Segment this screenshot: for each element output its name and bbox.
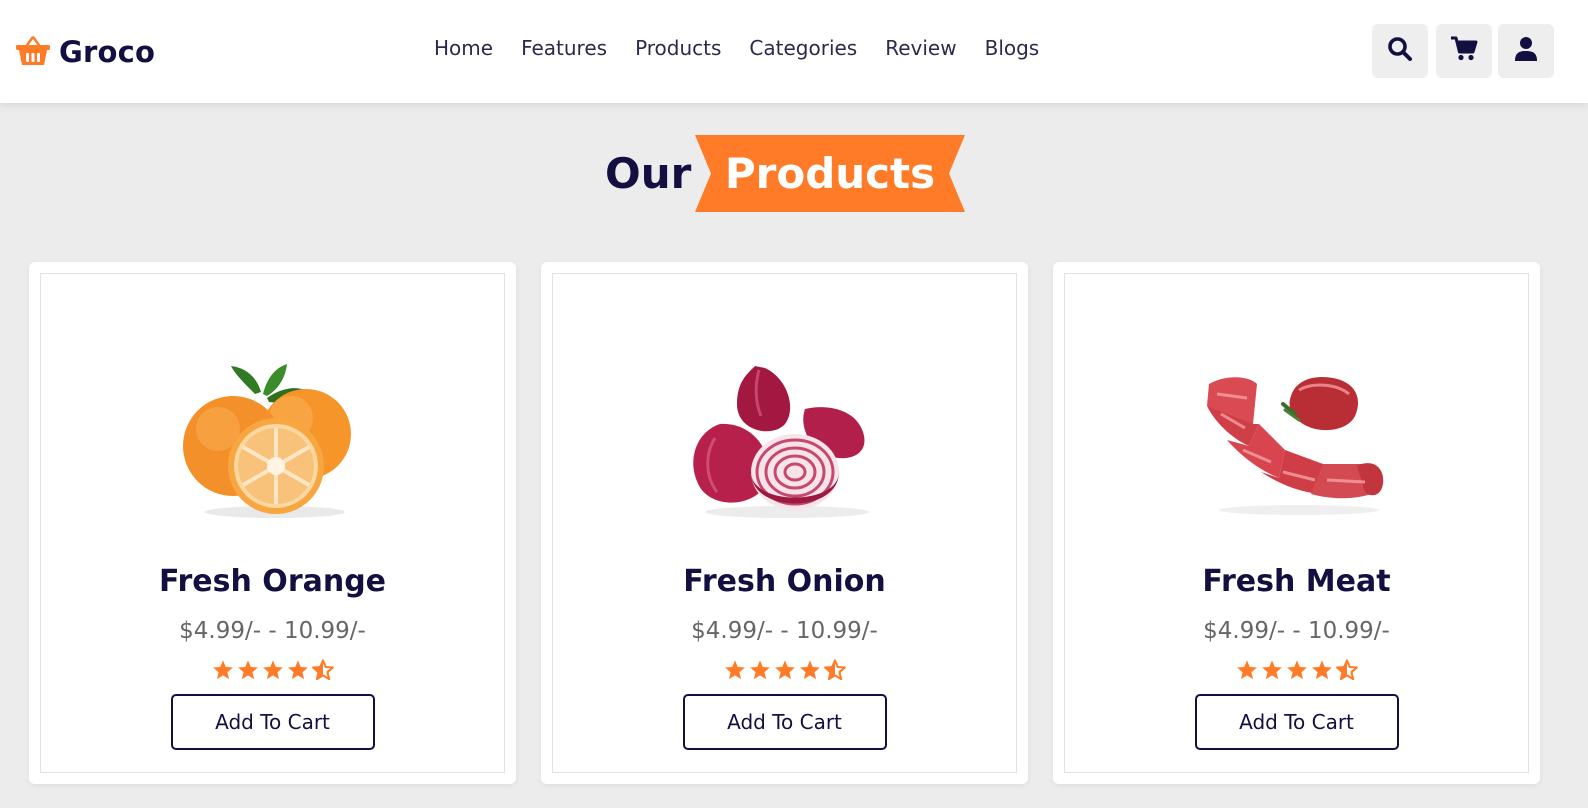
product-card-frame: Fresh Orange $4.99/- - 10.99/- Add To Ca…: [40, 273, 505, 773]
product-card-frame: Fresh Meat $4.99/- - 10.99/- Add To Cart: [1064, 273, 1529, 773]
star-icon: [287, 660, 308, 680]
rating-stars: [553, 659, 1016, 685]
heading-prefix: Our: [605, 149, 692, 198]
cart-button[interactable]: [1436, 24, 1492, 78]
product-price: $4.99/- - 10.99/-: [179, 618, 366, 644]
nav-features[interactable]: Features: [521, 36, 607, 60]
nav-home[interactable]: Home: [434, 36, 493, 60]
product-name: Fresh Meat: [1202, 564, 1391, 599]
star-half-icon: [823, 659, 846, 681]
star-half-icon: [1335, 659, 1358, 681]
star-icon: [237, 660, 258, 680]
onion-image: [692, 366, 869, 518]
add-to-cart-button[interactable]: Add To Cart: [170, 694, 375, 750]
main-nav: Home Features Products Categories Review…: [434, 36, 1039, 60]
nav-categories[interactable]: Categories: [749, 36, 857, 60]
user-button[interactable]: [1498, 24, 1554, 78]
star-icon: [1286, 660, 1307, 680]
orange-image: [182, 364, 351, 518]
header: Groco Home Features Products Categories …: [0, 0, 1588, 103]
star-icon: [1311, 660, 1332, 680]
rating-stars: [41, 659, 504, 685]
logo-text: Groco: [59, 35, 156, 69]
heading-banner: Products: [695, 135, 965, 212]
product-price: $4.99/- - 10.99/-: [1203, 618, 1390, 644]
product-card: Fresh Meat $4.99/- - 10.99/- Add To Cart: [1053, 262, 1540, 784]
add-to-cart-button[interactable]: Add To Cart: [1194, 694, 1399, 750]
heading-highlight: Products: [724, 149, 936, 198]
cart-icon: [1450, 36, 1478, 66]
meat-image: [1206, 376, 1383, 515]
star-icon: [724, 660, 745, 680]
star-icon: [749, 660, 770, 680]
nav-products[interactable]: Products: [635, 36, 721, 60]
star-half-icon: [311, 659, 334, 681]
search-button[interactable]: [1372, 24, 1428, 78]
star-icon: [799, 660, 820, 680]
star-icon: [262, 660, 283, 680]
product-name: Fresh Orange: [158, 564, 387, 599]
nav-blogs[interactable]: Blogs: [985, 36, 1040, 60]
product-name: Fresh Onion: [683, 564, 886, 599]
star-icon: [774, 660, 795, 680]
product-card: Fresh Orange $4.99/- - 10.99/- Add To Ca…: [29, 262, 516, 784]
product-card: Fresh Onion $4.99/- - 10.99/- Add To Car…: [541, 262, 1028, 784]
star-icon: [212, 660, 233, 680]
product-card-frame: Fresh Onion $4.99/- - 10.99/- Add To Car…: [552, 273, 1017, 773]
star-icon: [1236, 660, 1257, 680]
star-icon: [1261, 660, 1282, 680]
rating-stars: [1065, 659, 1528, 685]
product-price: $4.99/- - 10.99/-: [691, 618, 878, 644]
add-to-cart-button[interactable]: Add To Cart: [682, 694, 887, 750]
nav-review[interactable]: Review: [885, 36, 956, 60]
logo[interactable]: Groco: [15, 32, 155, 72]
search-icon: [1387, 36, 1413, 66]
user-icon: [1514, 36, 1538, 66]
section-heading: Our Products: [0, 135, 1588, 213]
basket-icon: [15, 34, 51, 70]
